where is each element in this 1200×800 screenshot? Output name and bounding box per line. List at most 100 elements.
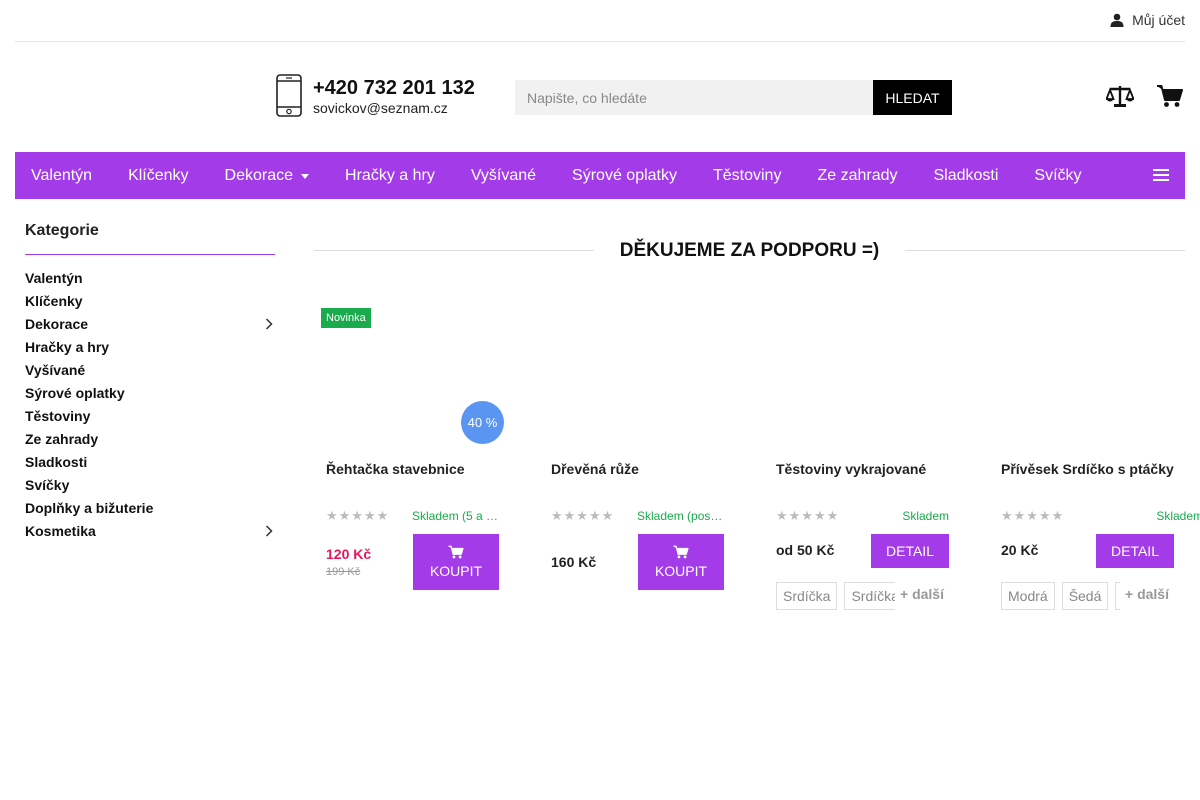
product-card: Přívěsek Srdíčko s ptáčky ★★★★★ Skladem … xyxy=(989,305,1200,625)
chevron-right-icon[interactable] xyxy=(265,317,273,330)
category-item-ze-zahrady[interactable]: Ze zahrady xyxy=(25,427,275,450)
rating-stars: ★★★★★ xyxy=(551,508,615,523)
stock-status: Skladem xyxy=(902,509,949,523)
phone-icon xyxy=(276,74,302,117)
rating-stars: ★★★★★ xyxy=(1001,508,1065,523)
category-label: Vyšívané xyxy=(25,361,86,378)
product-name[interactable]: Přívěsek Srdíčko s ptáčky xyxy=(1001,461,1174,477)
variant-list: Modrá Šedá + další xyxy=(1001,582,1174,610)
menu-hamburger-icon[interactable] xyxy=(1153,169,1169,181)
buy-button[interactable]: KOUPIT xyxy=(413,534,499,590)
main-navigation: Valentýn Klíčenky Dekorace Hračky a hry … xyxy=(15,152,1185,199)
caret-down-icon xyxy=(301,174,310,179)
category-label: Hračky a hry xyxy=(25,338,110,355)
cart-icon[interactable] xyxy=(1157,84,1183,108)
detail-button[interactable]: DETAIL xyxy=(871,534,949,568)
search-form: HLEDAT xyxy=(515,80,952,115)
my-account-link[interactable]: Můj účet xyxy=(1110,12,1185,28)
section-heading: DĚKUJEME ZA PODPORU =) xyxy=(314,238,1185,264)
section-title: DĚKUJEME ZA PODPORU =) xyxy=(314,238,1185,264)
category-item-svicky[interactable]: Svíčky xyxy=(25,473,275,496)
nav-item-vysivane[interactable]: Vyšívané xyxy=(453,152,554,199)
nav-item-hracky-a-hry[interactable]: Hračky a hry xyxy=(327,152,453,199)
category-sidebar: Kategorie Valentýn Klíčenky Dekorace Hra… xyxy=(25,222,275,542)
category-label: Doplňky a bižuterie xyxy=(25,499,154,516)
category-label: Klíčenky xyxy=(25,292,83,309)
category-item-syrove-oplatky[interactable]: Sýrové oplatky xyxy=(25,381,275,404)
rating-stars: ★★★★★ xyxy=(776,508,840,523)
discount-badge: 40 % xyxy=(461,401,504,444)
product-price: 120 Kč xyxy=(326,546,372,562)
category-label: Dekorace xyxy=(25,315,89,332)
buy-button-label: KOUPIT xyxy=(429,563,483,579)
nav-item-sladkosti[interactable]: Sladkosti xyxy=(916,152,1017,199)
product-card: Těstoviny vykrajované ★★★★★ Skladem od 5… xyxy=(764,305,989,625)
sidebar-title: Kategorie xyxy=(25,222,275,255)
variant-option[interactable]: Šedá xyxy=(1061,582,1109,610)
product-name[interactable]: Dřevěná růže xyxy=(551,461,639,477)
category-item-hracky-a-hry[interactable]: Hračky a hry xyxy=(25,335,275,358)
nav-item-dekorace-label: Dekorace xyxy=(224,166,294,184)
old-price: 199 Kč xyxy=(326,566,361,578)
category-label: Těstoviny xyxy=(25,407,91,424)
rating-stars: ★★★★★ xyxy=(326,508,390,523)
category-item-dekorace[interactable]: Dekorace xyxy=(25,312,275,335)
detail-button[interactable]: DETAIL xyxy=(1096,534,1174,568)
contact-block: +420 732 201 132 sovickov@seznam.cz xyxy=(276,74,475,117)
category-label: Kosmetika xyxy=(25,522,96,539)
product-card: Dřevěná růže ★★★★★ Skladem (poslední kus… xyxy=(539,305,764,625)
email-address[interactable]: sovickov@seznam.cz xyxy=(313,100,475,116)
my-account-label: Můj účet xyxy=(1132,12,1185,28)
cart-icon xyxy=(673,545,689,559)
category-label: Valentýn xyxy=(25,269,83,286)
stock-status: Skladem (5 a více ks) xyxy=(412,509,500,523)
nav-item-testoviny[interactable]: Těstoviny xyxy=(695,152,799,199)
search-input[interactable] xyxy=(515,80,873,115)
category-label: Sýrové oplatky xyxy=(25,384,125,401)
category-item-sladkosti[interactable]: Sladkosti xyxy=(25,450,275,473)
category-label: Svíčky xyxy=(25,476,70,493)
category-item-testoviny[interactable]: Těstoviny xyxy=(25,404,275,427)
phone-number[interactable]: +420 732 201 132 xyxy=(313,76,475,100)
stock-status: Skladem xyxy=(1156,509,1200,523)
product-card: Novinka 40 % Řehtačka stavebnice ★★★★★ S… xyxy=(314,305,539,625)
product-name[interactable]: Těstoviny vykrajované xyxy=(776,461,926,477)
stock-status: Skladem (poslední kus) xyxy=(637,509,725,523)
nav-item-klicenky[interactable]: Klíčenky xyxy=(110,152,206,199)
variant-option[interactable] xyxy=(1115,582,1120,610)
variant-options: Srdíčka Srdíčka xyxy=(776,582,895,610)
nav-item-dekorace[interactable]: Dekorace xyxy=(207,152,327,199)
variant-list: Srdíčka Srdíčka + další xyxy=(776,582,949,610)
top-bar: Můj účet xyxy=(15,0,1185,42)
new-badge: Novinka xyxy=(321,308,371,328)
product-price: 20 Kč xyxy=(1001,542,1039,558)
buy-button-label: KOUPIT xyxy=(654,563,708,579)
category-item-klicenky[interactable]: Klíčenky xyxy=(25,289,275,312)
product-price: 160 Kč xyxy=(551,554,597,570)
category-list: Valentýn Klíčenky Dekorace Hračky a hry … xyxy=(25,266,275,542)
more-variants-link[interactable]: + další xyxy=(900,586,944,602)
buy-button[interactable]: KOUPIT xyxy=(638,534,724,590)
nav-item-svicky[interactable]: Svíčky xyxy=(1016,152,1099,199)
search-button[interactable]: HLEDAT xyxy=(873,80,952,115)
nav-item-valentyn[interactable]: Valentýn xyxy=(15,152,110,199)
cart-icon xyxy=(448,545,464,559)
category-item-vysivane[interactable]: Vyšívané xyxy=(25,358,275,381)
variant-option[interactable]: Srdíčka xyxy=(776,582,838,610)
nav-item-syrove-oplatky[interactable]: Sýrové oplatky xyxy=(554,152,695,199)
category-item-valentyn[interactable]: Valentýn xyxy=(25,266,275,289)
more-variants-link[interactable]: + další xyxy=(1125,586,1169,602)
user-icon xyxy=(1110,13,1124,27)
product-name[interactable]: Řehtačka stavebnice xyxy=(326,461,465,477)
category-label: Sladkosti xyxy=(25,453,88,470)
variant-options: Modrá Šedá xyxy=(1001,582,1120,610)
product-price: od 50 Kč xyxy=(776,542,835,558)
category-item-doplnky-a-bizuterie[interactable]: Doplňky a bižuterie xyxy=(25,496,275,519)
variant-option[interactable]: Srdíčka xyxy=(844,582,895,610)
category-item-kosmetika[interactable]: Kosmetika xyxy=(25,519,275,542)
chevron-right-icon[interactable] xyxy=(265,524,273,537)
nav-item-ze-zahrady[interactable]: Ze zahrady xyxy=(799,152,915,199)
category-label: Ze zahrady xyxy=(25,430,99,447)
compare-scale-icon[interactable] xyxy=(1106,84,1134,108)
variant-option[interactable]: Modrá xyxy=(1001,582,1055,610)
